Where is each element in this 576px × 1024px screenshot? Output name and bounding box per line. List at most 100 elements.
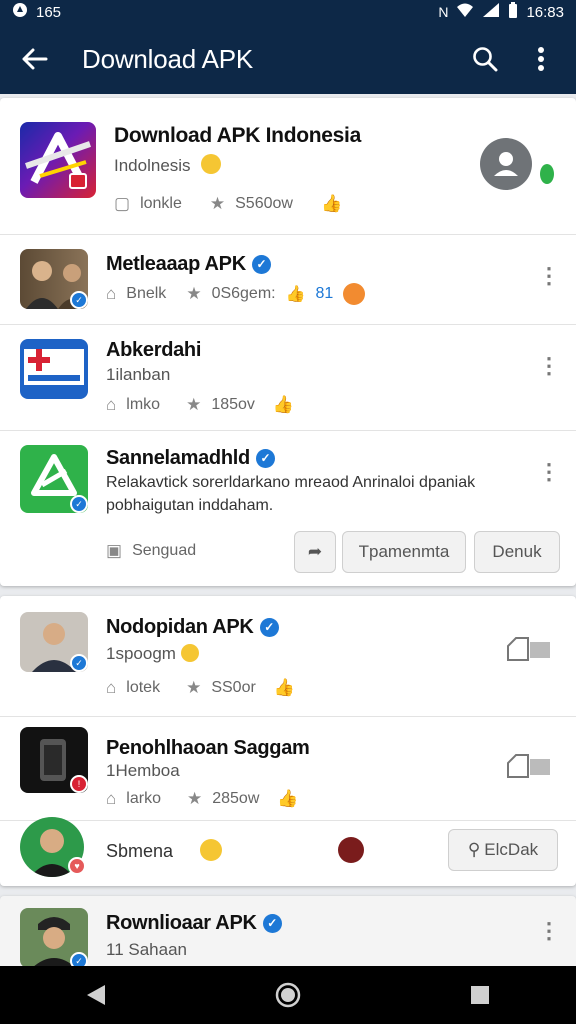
search-action-button[interactable]: ⚲ ElcDak: [448, 829, 558, 871]
app-list-card: ✓ Nodopidan APK ✓ 1spoogm ⌂ lotek ★ SS0or…: [0, 596, 576, 886]
list-item[interactable]: ✓ Sannelamadhld ✓ Relakavtick sorerldarka…: [0, 430, 576, 586]
storage-icon: ▢: [114, 194, 131, 213]
bag-icon: ▣: [106, 541, 123, 560]
install-icon: [507, 754, 550, 778]
more-vert-icon[interactable]: ⋮: [538, 265, 560, 287]
featured-app-meta: ▢ lonkle ★ S560ow 👍: [114, 194, 343, 213]
thumbs-up-icon: 👍: [320, 194, 343, 213]
list-item-title: Abkerdahi: [106, 339, 202, 361]
system-nav-bar: [0, 966, 576, 1024]
list-item-meta: ⌂ lotek ★ SS0or 👍: [106, 678, 295, 697]
nfc-icon: N: [438, 4, 449, 20]
star-icon: ★: [186, 678, 202, 697]
share-icon: ➦: [307, 542, 323, 561]
list-item-title: Rownlioaar APK ✓: [106, 912, 282, 935]
home-icon: ⌂: [106, 678, 117, 697]
user-name: Sbmena: [106, 841, 174, 861]
search-icon: ⚲: [467, 840, 481, 859]
list-item-title: Penohlhaoan Saggam: [106, 737, 310, 759]
search-button[interactable]: [462, 36, 508, 82]
list-item-subtitle: 1Hemboa: [106, 761, 180, 780]
mini-avatar: [338, 837, 364, 863]
more-vert-icon: [538, 47, 544, 71]
list-item-meta: ⌂ lmko ★ 185ov 👍: [106, 395, 295, 414]
verified-badge-icon: ✓: [70, 495, 88, 513]
battery-icon: [508, 2, 518, 22]
home-icon: ⌂: [106, 395, 117, 414]
share-button[interactable]: ➦: [294, 531, 336, 573]
star-icon: ★: [209, 194, 226, 213]
list-item[interactable]: ✓ Metleaaap APK ✓ ⌂ Bnelk ★ 0S6gem: 👍 81 …: [0, 234, 576, 324]
list-item[interactable]: Abkerdahi 1ilanban ⌂ lmko ★ 185ov 👍 ⋮: [0, 324, 576, 430]
home-circle-icon: [275, 982, 301, 1008]
leaf-icon: [540, 164, 554, 184]
list-item-title: Sannelamadhld ✓: [106, 447, 275, 470]
secondary-button[interactable]: Denuk: [474, 531, 560, 573]
app-bar: Download APK: [0, 24, 576, 94]
list-item[interactable]: ✓ Rownlioaar APK ✓ 11 Sahaan ⋮: [0, 896, 576, 970]
overflow-menu-button[interactable]: [518, 36, 564, 82]
install-button[interactable]: [506, 753, 552, 779]
status-time: 16:83: [526, 3, 564, 21]
alert-badge-icon: !: [70, 775, 88, 793]
list-item-subtitle: 1spoogm: [106, 644, 199, 664]
verified-icon: ✓: [262, 913, 282, 933]
more-vert-icon[interactable]: ⋮: [538, 920, 560, 942]
emoji-icon: [180, 644, 199, 662]
verified-icon: ✓: [255, 448, 275, 468]
page-title: Download APK: [82, 43, 254, 74]
list-item-subtitle: 11 Sahaan: [106, 940, 187, 959]
verified-badge-icon: ✓: [70, 654, 88, 672]
featured-app-subtitle: Indolnesis: [114, 154, 222, 176]
list-item[interactable]: ✓ Nodopidan APK ✓ 1spoogm ⌂ lotek ★ SS0or…: [0, 596, 576, 716]
verified-badge-icon: ✓: [70, 291, 88, 309]
app-logo-icon: [20, 122, 96, 198]
list-item-title: Metleaaap APK ✓: [106, 253, 271, 276]
thumbs-up-icon: 👍: [272, 395, 295, 414]
star-icon: ★: [186, 395, 202, 414]
list-item-meta: ⌂ Bnelk ★ 0S6gem: 👍 81: [106, 283, 366, 305]
home-icon: ⌂: [106, 284, 117, 303]
action-button[interactable]: Tpamenmta: [342, 531, 466, 573]
status-bar: 165 N 16:83: [0, 0, 576, 24]
verified-icon: ✓: [251, 254, 271, 274]
reaction-emoji-icon: [343, 283, 366, 305]
search-icon: [473, 47, 498, 72]
list-item[interactable]: ! Penohlhaoan Saggam 1Hemboa ⌂ larko ★ 2…: [0, 716, 576, 820]
list-item-location: ▣ Senguad: [106, 541, 197, 560]
featured-app-title: Download APK Indonesia: [114, 124, 361, 147]
nav-home-button[interactable]: [258, 973, 318, 1017]
back-button[interactable]: [12, 36, 58, 82]
more-vert-icon[interactable]: ⋮: [538, 461, 560, 483]
like-icon: 👍: [285, 286, 306, 303]
more-vert-icon[interactable]: ⋮: [538, 355, 560, 377]
list-item-title: Nodopidan APK ✓: [106, 616, 279, 639]
featured-app-row[interactable]: Download APK Indonesia Indolnesis ▢ lonk…: [0, 98, 576, 234]
list-item-description: Relakavtick sorerldarkano mreaod Anrinal…: [106, 474, 476, 514]
app-thumbnail: [20, 339, 88, 399]
list-item-subtitle: 1ilanban: [106, 365, 171, 384]
signal-icon: [482, 3, 500, 21]
person-icon: [494, 152, 518, 176]
star-icon: ★: [186, 789, 203, 808]
install-icon: [507, 637, 550, 661]
status-left-text: 165: [36, 3, 62, 21]
nav-recents-button[interactable]: [450, 973, 510, 1017]
home-icon: ⌂: [106, 789, 117, 808]
grin-emoji-icon: [201, 154, 222, 174]
avatar[interactable]: [480, 138, 532, 190]
verified-icon: ✓: [259, 617, 279, 637]
wifi-icon: [456, 3, 474, 21]
thumbs-up-icon: 👍: [277, 789, 299, 808]
arrow-left-icon: [22, 48, 48, 70]
install-button[interactable]: [506, 636, 552, 662]
user-row[interactable]: ♥ Sbmena ⚲ ElcDak: [0, 817, 576, 886]
back-triangle-icon: [87, 985, 105, 1005]
notification-icon: [12, 2, 28, 22]
badge-icon: ♥: [68, 857, 86, 875]
thumbs-up-icon: 👍: [273, 678, 295, 697]
star-icon: ★: [186, 284, 202, 303]
app-list-card: Download APK Indonesia Indolnesis ▢ lonk…: [0, 98, 576, 586]
crown-emoji-icon: [200, 839, 222, 861]
nav-back-button[interactable]: [66, 973, 126, 1017]
